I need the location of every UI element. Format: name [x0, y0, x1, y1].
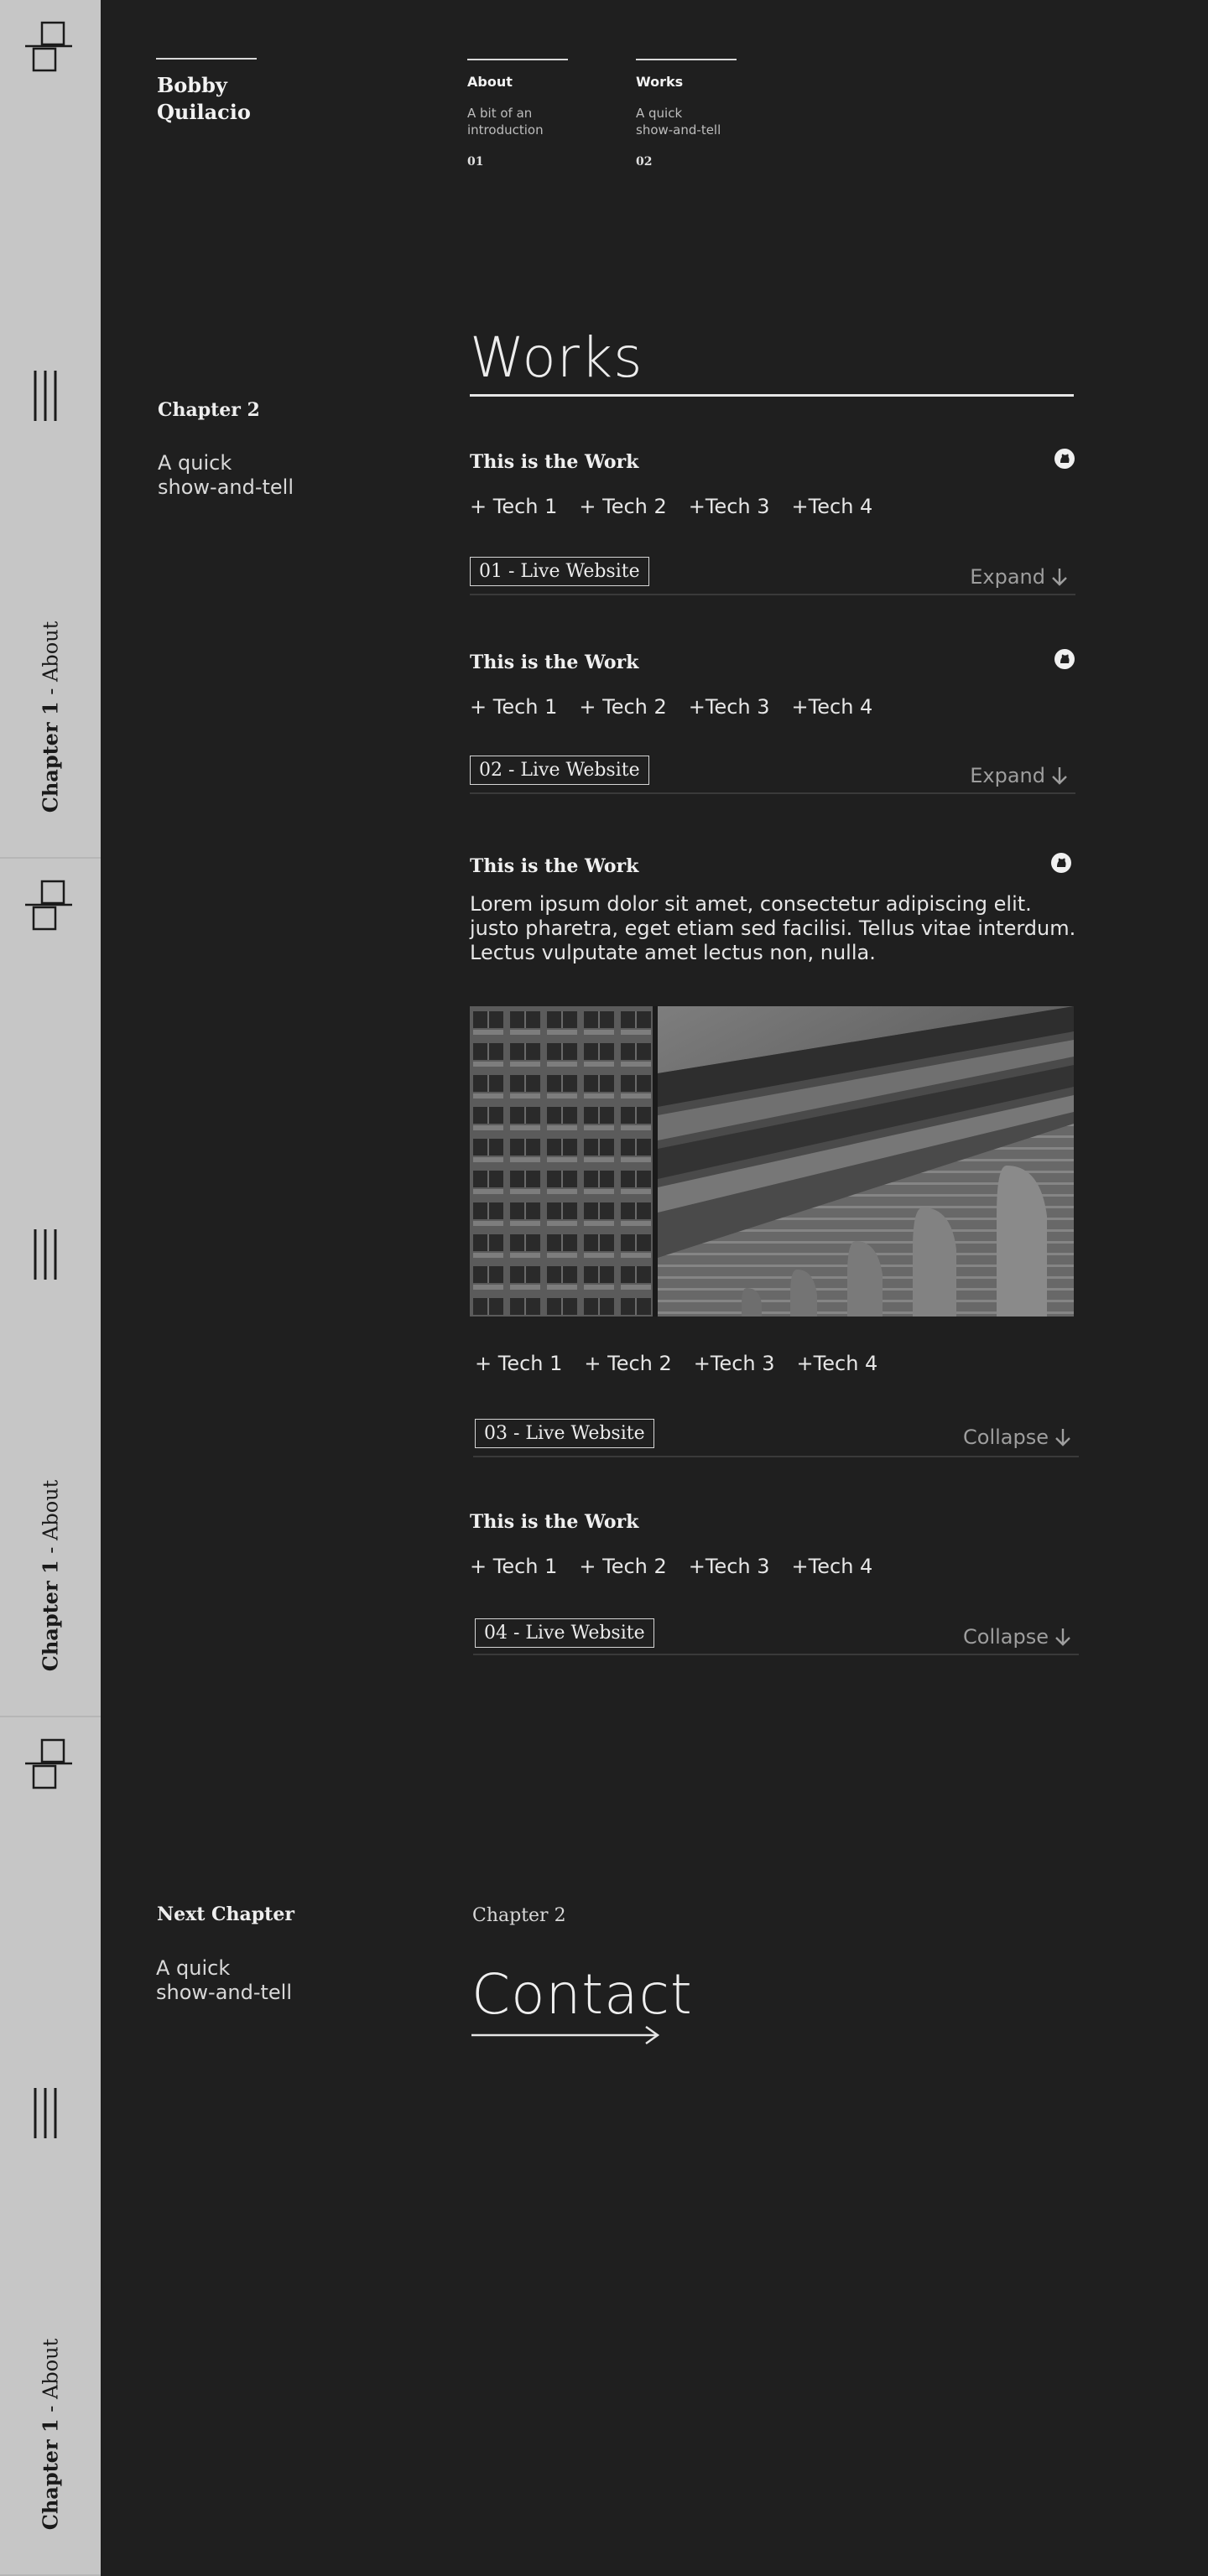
- tech-tag: + Tech 2: [579, 695, 667, 719]
- brand-name[interactable]: Bobby Quilacio: [157, 72, 251, 126]
- tech-tag: +Tech 4: [791, 495, 873, 518]
- work-card-expanded: This is the Work Lorem ipsum dolor sit a…: [470, 852, 1079, 1459]
- rail-chapter-label: Chapter 1 - About: [38, 1479, 63, 1672]
- nav-divider: [467, 59, 568, 60]
- nav-number: 01: [467, 155, 484, 169]
- tech-list: + Tech 1 + Tech 2 +Tech 3 +Tech 4: [470, 495, 872, 518]
- brand-divider: [156, 58, 257, 60]
- tech-tag: +Tech 4: [796, 1352, 878, 1375]
- tech-tag: +Tech 3: [693, 1352, 775, 1375]
- work-card: This is the Work + Tech 1 + Tech 2 +Tech…: [470, 1511, 1079, 1655]
- tech-list: + Tech 1 + Tech 2 +Tech 3 +Tech 4: [470, 1555, 872, 1578]
- tech-list: + Tech 1 + Tech 2 +Tech 3 +Tech 4: [470, 695, 872, 719]
- github-icon[interactable]: [1054, 448, 1075, 470]
- tech-tag: + Tech 2: [584, 1352, 672, 1375]
- arrow-down-icon: [1052, 569, 1067, 586]
- tech-tag: + Tech 1: [470, 695, 558, 719]
- page-title: Works: [470, 325, 643, 390]
- work-title: This is the Work: [470, 1511, 639, 1533]
- rail-panel: Chapter 1 - About: [0, 1717, 101, 2576]
- nav-item-works[interactable]: Works A quick show-and-tell 02: [636, 59, 753, 169]
- next-chapter-number: Chapter 2: [472, 1905, 566, 1926]
- work-image: [470, 1006, 1074, 1317]
- tech-tag: + Tech 2: [579, 495, 667, 518]
- work-title: This is the Work: [470, 451, 639, 473]
- tech-tag: + Tech 1: [470, 495, 558, 518]
- tech-tag: +Tech 3: [688, 695, 770, 719]
- work-card: This is the Work + Tech 1 + Tech 2 +Tech…: [470, 448, 1075, 595]
- nav-desc: A bit of an introduction: [467, 106, 544, 138]
- live-website-button[interactable]: 02 - Live Website: [470, 756, 649, 785]
- chapter-rail: Chapter 1 - About Chapter 1 - About Chap…: [0, 0, 101, 2576]
- section-description: A quick show-and-tell: [158, 451, 294, 499]
- logo-icon[interactable]: [23, 1737, 74, 1794]
- arrow-down-icon: [1052, 767, 1067, 785]
- live-website-button[interactable]: 01 - Live Website: [470, 557, 649, 586]
- work-description: Lorem ipsum dolor sit amet, consectetur …: [470, 892, 1076, 964]
- menu-bars-icon[interactable]: [30, 1228, 64, 1281]
- nav-divider: [636, 59, 737, 60]
- logo-icon[interactable]: [23, 20, 74, 77]
- next-chapter-description: A quick show-and-tell: [156, 1956, 293, 2004]
- nav-desc: A quick show-and-tell: [636, 106, 721, 138]
- menu-bars-icon[interactable]: [30, 2086, 64, 2140]
- work-card: This is the Work + Tech 1 + Tech 2 +Tech…: [470, 649, 1075, 796]
- rail-chapter-label: Chapter 1 - About: [38, 621, 63, 813]
- tech-tag: + Tech 2: [579, 1555, 667, 1578]
- rail-panel: Chapter 1 - About: [0, 859, 101, 1717]
- nav-item-about[interactable]: About A bit of an introduction 01: [467, 59, 585, 169]
- card-divider: [470, 594, 1075, 595]
- tech-tag: +Tech 3: [688, 495, 770, 518]
- arrow-right-icon[interactable]: [471, 2023, 661, 2048]
- live-website-button[interactable]: 03 - Live Website: [475, 1419, 654, 1448]
- nav-number: 02: [636, 155, 653, 169]
- nav-title: Works: [636, 74, 684, 90]
- work-title: This is the Work: [470, 855, 639, 877]
- tech-list: + Tech 1 + Tech 2 +Tech 3 +Tech 4: [475, 1352, 877, 1375]
- collapse-toggle[interactable]: Collapse: [963, 1625, 1072, 1649]
- tech-tag: +Tech 4: [791, 695, 873, 719]
- menu-bars-icon[interactable]: [30, 369, 64, 423]
- github-icon[interactable]: [1050, 852, 1072, 874]
- work-title: This is the Work: [470, 652, 639, 673]
- collapse-toggle[interactable]: Collapse: [963, 1426, 1072, 1449]
- rail-chapter-label: Chapter 1 - About: [38, 2338, 63, 2531]
- nav-title: About: [467, 74, 513, 90]
- logo-icon[interactable]: [23, 879, 74, 936]
- contact-link[interactable]: Contact: [471, 1962, 693, 2027]
- card-divider: [470, 792, 1075, 794]
- tech-tag: +Tech 4: [791, 1555, 873, 1578]
- tech-tag: + Tech 1: [475, 1352, 563, 1375]
- expand-toggle[interactable]: Expand: [970, 764, 1069, 787]
- arrow-down-icon: [1055, 1429, 1070, 1446]
- live-website-button[interactable]: 04 - Live Website: [475, 1618, 654, 1648]
- card-divider: [473, 1456, 1079, 1457]
- github-icon[interactable]: [1054, 648, 1075, 670]
- tech-tag: +Tech 3: [688, 1555, 770, 1578]
- section-chapter-label: Chapter 2: [158, 399, 260, 421]
- expand-toggle[interactable]: Expand: [970, 565, 1069, 589]
- rail-panel: Chapter 1 - About: [0, 0, 101, 859]
- tech-tag: + Tech 1: [470, 1555, 558, 1578]
- title-underline: [470, 394, 1074, 397]
- next-chapter-label: Next Chapter: [157, 1903, 294, 1925]
- card-divider: [473, 1654, 1079, 1655]
- arrow-down-icon: [1055, 1628, 1070, 1646]
